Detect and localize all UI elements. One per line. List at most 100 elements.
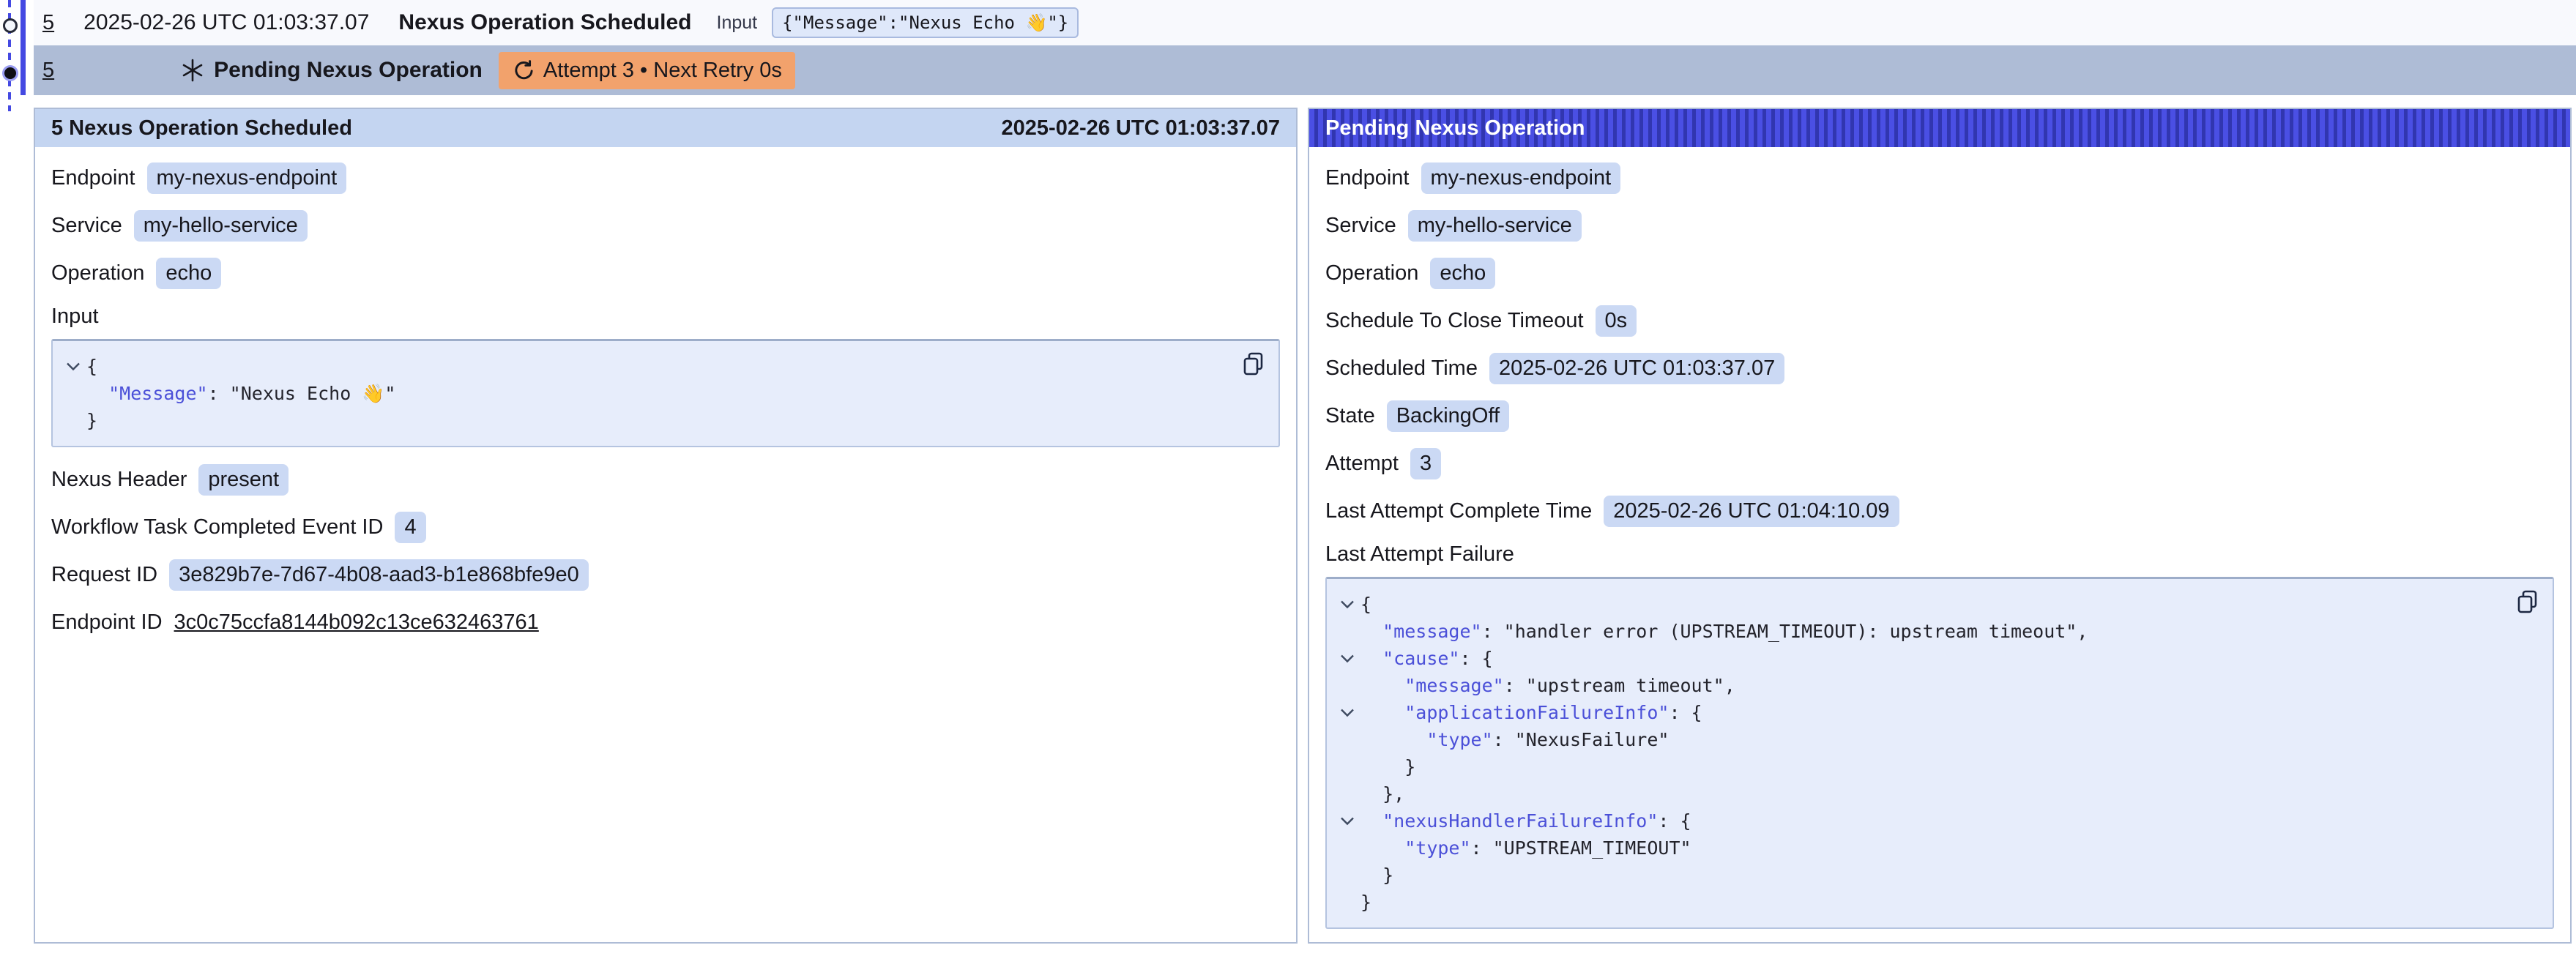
field-label: Request ID (51, 563, 157, 587)
field-row: Endpoint my-nexus-endpoint (51, 162, 1280, 194)
collapse-chevron-icon[interactable] (60, 353, 86, 380)
event-detail-panels: 5 Nexus Operation Scheduled 2025-02-26 U… (34, 108, 2572, 944)
field-label: State (1325, 404, 1375, 428)
json-text: { (1360, 591, 1371, 618)
event-timestamp: 2025-02-26 UTC 01:03:37.07 (83, 10, 369, 35)
field-value-badge: 3e829b7e-7d67-4b08-aad3-b1e868bfe9e0 (169, 559, 589, 591)
retry-icon (512, 59, 535, 82)
field-label: Operation (1325, 261, 1418, 285)
json-text (1360, 645, 1382, 672)
field-row: Endpointmy-nexus-endpoint (1325, 162, 2554, 194)
field-value-link[interactable]: 3c0c75ccfa8144b092c13ce632463761 (174, 610, 539, 635)
field-row: Service my-hello-service (1325, 209, 2554, 242)
field-row: Scheduled Time2025-02-26 UTC 01:03:37.07 (1325, 352, 2554, 384)
json-key: "message" (1404, 672, 1503, 699)
event-detail-timestamp: 2025-02-26 UTC 01:03:37.07 (1002, 116, 1280, 141)
field-label: Endpoint (1325, 166, 1410, 190)
json-text: }, (1360, 780, 1404, 807)
field-label: Endpoint (51, 166, 135, 190)
json-text: : "handler error (UPSTREAM_TIMEOUT): ups… (1482, 618, 2088, 645)
copy-icon[interactable] (2514, 589, 2541, 616)
copy-icon[interactable] (1240, 351, 1267, 378)
code-line: } (1334, 753, 2509, 780)
json-text (1360, 672, 1404, 699)
json-text: } (1360, 753, 1415, 780)
input-json: { "Message": "Nexus Echo 👋"} (51, 339, 1280, 447)
field-row: Request ID 3e829b7e-7d67-4b08-aad3-b1e868… (51, 559, 1280, 591)
event-detail-header: 5 Nexus Operation Scheduled 2025-02-26 U… (35, 109, 1296, 147)
code-line: "message": "upstream timeout", (1334, 672, 2509, 699)
event-history-rows: 5 2025-02-26 UTC 01:03:37.07 Nexus Opera… (34, 0, 2576, 95)
last-attempt-failure-json: { "message": "handler error (UPSTREAM_TI… (1325, 577, 2554, 929)
json-key: "message" (1382, 618, 1481, 645)
field-row: Endpoint ID 3c0c75ccfa8144b092c13ce632463… (51, 606, 1280, 638)
pending-operation-panel: Pending Nexus Operation Endpointmy-nexus… (1308, 108, 2572, 944)
event-row-nexus-operation-scheduled[interactable]: 5 2025-02-26 UTC 01:03:37.07 Nexus Opera… (34, 0, 2576, 45)
code-line: "type": "NexusFailure" (1334, 726, 2509, 753)
field-label: Service (51, 214, 122, 238)
code-gutter (60, 380, 86, 407)
event-row-pending-nexus-operation[interactable]: 5 Pending Nexus Operation Attempt 3 • Ne… (34, 45, 2576, 95)
collapse-chevron-icon[interactable] (1334, 807, 1360, 834)
code-gutter (1334, 889, 1360, 916)
json-key: "nexusHandlerFailureInfo" (1382, 807, 1658, 834)
code-gutter (1334, 672, 1360, 699)
code-gutter (1334, 726, 1360, 753)
event-detail-body: Endpoint my-nexus-endpoint Servicemy-hello… (35, 147, 1296, 668)
code-line: "message": "handler error (UPSTREAM_TIME… (1334, 618, 2509, 645)
event-detail-title: 5 Nexus Operation Scheduled (51, 116, 352, 141)
code-line: } (1334, 862, 2509, 889)
json-text (86, 380, 108, 407)
json-key: "Message" (108, 380, 207, 407)
collapse-chevron-icon[interactable] (1334, 699, 1360, 726)
field-row: Workflow Task Completed Event ID4 (51, 511, 1280, 543)
field-value-badge: 4 (395, 512, 425, 543)
field-row: Servicemy-hello-service (51, 209, 1280, 242)
json-text (1360, 726, 1426, 753)
code-line: "cause": { (1334, 645, 2509, 672)
event-id-link[interactable]: 5 (42, 11, 54, 35)
code-line: "type": "UPSTREAM_TIMEOUT" (1334, 834, 2509, 862)
section-label: Last Attempt Failure (1325, 542, 2554, 567)
pending-operation-body: Endpointmy-nexus-endpoint Service my-hello… (1309, 147, 2570, 944)
json-text: : { (1459, 645, 1492, 672)
retry-text: Attempt 3 • Next Retry 0s (543, 59, 782, 83)
json-text: } (1360, 862, 1393, 889)
pending-asterisk-icon (180, 58, 205, 83)
field-value-badge: 0s (1596, 305, 1637, 337)
json-text: : { (1658, 807, 1691, 834)
code-line: "applicationFailureInfo": { (1334, 699, 2509, 726)
pending-operation-title: Pending Nexus Operation (1325, 116, 1585, 141)
field-label: Service (1325, 214, 1396, 238)
section-label: Input (51, 305, 1280, 329)
code-line: { (60, 353, 1235, 380)
code-line: { (1334, 591, 2509, 618)
json-text: { (86, 353, 97, 380)
field-value-badge: 2025-02-26 UTC 01:03:37.07 (1489, 353, 1784, 384)
json-text (1360, 699, 1404, 726)
json-text: : "Nexus Echo 👋" (208, 380, 396, 407)
code-gutter (1334, 834, 1360, 862)
input-label: Input (717, 12, 758, 34)
field-value-badge: my-nexus-endpoint (147, 163, 347, 194)
json-text: : "NexusFailure" (1493, 726, 1669, 753)
field-row: Nexus Headerpresent (51, 463, 1280, 496)
event-id-link[interactable]: 5 (42, 59, 54, 83)
timeline-node-open-icon (3, 18, 18, 33)
code-gutter (1334, 618, 1360, 645)
collapse-chevron-icon[interactable] (1334, 591, 1360, 618)
code-line: } (60, 407, 1235, 434)
code-line: }, (1334, 780, 2509, 807)
json-key: "type" (1404, 834, 1470, 862)
field-label: Attempt (1325, 452, 1399, 476)
json-text: : "upstream timeout", (1504, 672, 1735, 699)
code-gutter (60, 407, 86, 434)
field-label: Endpoint ID (51, 610, 163, 635)
field-value-badge: my-hello-service (1408, 210, 1582, 242)
field-row: Attempt3 (1325, 447, 2554, 479)
field-label: Schedule To Close Timeout (1325, 309, 1584, 333)
selected-events-accent-bar (21, 0, 26, 95)
collapse-chevron-icon[interactable] (1334, 645, 1360, 672)
json-text: : { (1669, 699, 1702, 726)
json-text (1360, 807, 1382, 834)
